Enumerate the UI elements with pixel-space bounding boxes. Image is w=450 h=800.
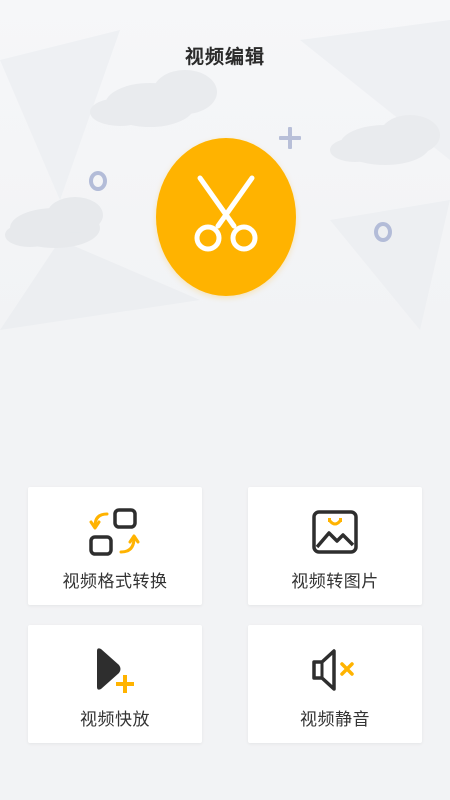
video-to-image-card[interactable]: 视频转图片 (248, 487, 422, 605)
video-fast-label: 视频快放 (80, 710, 150, 730)
page-title: 视频编辑 (184, 46, 265, 68)
video-edit-logo (156, 138, 296, 296)
format-convert-icon (89, 508, 140, 556)
ring-decoration-icon (374, 222, 392, 242)
plus-decoration-icon (279, 127, 301, 149)
card-icon-wrapper (28, 643, 202, 697)
play-add-icon (97, 648, 134, 693)
video-fast-card[interactable]: 视频快放 (28, 625, 202, 743)
video-mute-card[interactable]: 视频静音 (248, 625, 422, 743)
video-to-image-label: 视频转图片 (291, 572, 379, 592)
mute-icon (312, 649, 354, 691)
format-convert-label: 视频格式转换 (62, 572, 168, 592)
ring-decoration-icon (89, 171, 107, 191)
video-mute-label: 视频静音 (300, 710, 370, 730)
card-icon-wrapper (28, 505, 202, 559)
hero-banner: 视频编辑 (0, 0, 450, 330)
scissors-icon (194, 175, 258, 252)
card-icon-wrapper (248, 643, 422, 697)
image-icon (312, 510, 358, 554)
card-icon-wrapper (248, 505, 422, 559)
format-convert-card[interactable]: 视频格式转换 (28, 487, 202, 605)
